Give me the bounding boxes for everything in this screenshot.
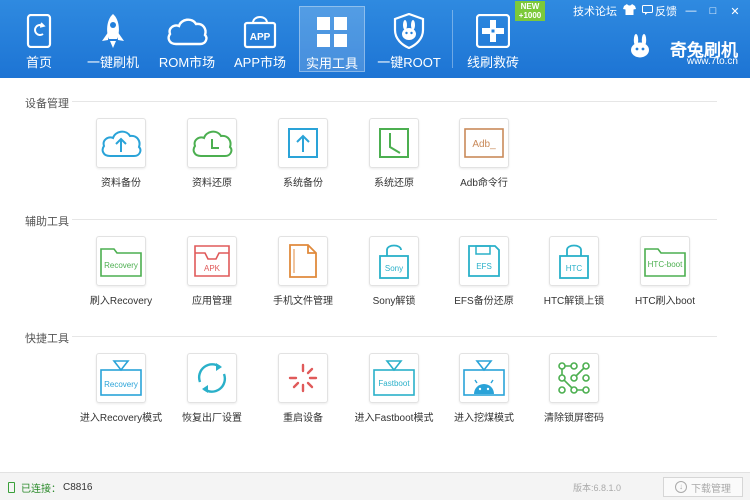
htc-lock-icon: HTC [549,236,599,286]
tool-clear-lock-password[interactable]: 清除锁屏密码 [529,353,619,433]
maximize-button[interactable]: □ [705,5,721,17]
minimize-button[interactable]: — [683,5,699,17]
nav-app-market[interactable]: APP APP市场 [227,6,293,72]
nav-utilities[interactable]: 实用工具 [299,6,365,72]
new-badge-line2: +1000 [518,11,542,20]
section-title-quick-tools: 快捷工具 [25,333,69,345]
bunny-logo-icon [630,34,650,63]
adb-terminal-icon: Adb_ [459,118,509,168]
tool-htc-flash-boot-label: HTC刷入boot [634,296,695,307]
android-download-icon [459,353,509,403]
file-icon [278,236,328,286]
recovery-icon-text: Recovery [104,261,138,270]
rocket-icon [80,12,146,50]
home-icon [6,12,72,50]
nav-one-click-flash[interactable]: 一键刷机 [80,6,146,72]
enter-fastboot-icon: Fastboot [369,353,419,403]
device-name: C8816 [63,482,93,493]
enter-fastboot-icon-text: Fastboot [378,379,410,388]
new-badge: NEW +1000 [515,1,545,21]
download-arrow-icon: ↓ [675,481,687,493]
sony-icon-text: Sony [385,264,403,273]
tool-htc-flash-boot[interactable]: HTC-boot HTC刷入boot [620,236,710,316]
system-restore-icon [369,118,419,168]
section-title-auxiliary-tools: 辅助工具 [25,216,69,228]
tool-adb-command-label: Adb命令行 [460,178,508,189]
section-divider [72,336,717,337]
section-divider [72,101,717,102]
close-button[interactable]: ✕ [727,5,743,18]
top-links: 技术论坛 反馈 — □ ✕ [570,2,746,20]
section-title-device-management: 设备管理 [25,98,69,110]
nav-one-click-root[interactable]: 一键ROOT [376,6,442,72]
pattern-lock-icon [549,353,599,403]
cloud-clock-icon [187,118,237,168]
efs-icon-text: EFS [476,262,492,271]
download-manager-label: 下载管理 [691,483,731,495]
shield-bunny-icon [376,12,442,50]
reboot-spinner-icon [278,353,328,403]
feedback-link[interactable]: 反馈 [642,3,677,19]
apk-icon-text: APK [204,264,221,273]
brand-url: www.7to.cn [686,56,738,67]
grid-icon [300,13,364,51]
app-icon-text: APP [250,32,271,43]
cloud-upload-icon [96,118,146,168]
htc-boot-icon-text: HTC-boot [648,260,683,269]
connection-status: 已连接： C8816 [8,480,92,495]
status-bar: 已连接： C8816 版本:6.8.1.0 ↓ 下载管理 [0,472,750,500]
recovery-folder-icon: Recovery [96,236,146,286]
phone-icon [8,482,15,493]
download-manager-button[interactable]: ↓ 下载管理 [663,477,743,497]
sony-unlock-icon: Sony [369,236,419,286]
tool-adb-command[interactable]: Adb_ Adb命令行 [439,118,529,198]
nav-rom-market[interactable]: ROM市场 [154,6,220,72]
efs-disk-icon: EFS [459,236,509,286]
nav-utilities-label: 实用工具 [305,56,358,71]
forum-link[interactable]: 技术论坛 [573,3,617,19]
nav-line-flash-rescue-label: 线刷救砖 [466,55,519,70]
feedback-label: 反馈 [655,6,677,18]
shirt-icon[interactable] [623,4,636,18]
enter-recovery-icon: Recovery [96,353,146,403]
shopping-bag-icon: APP [227,12,293,50]
connection-label: 已连接： [21,484,61,495]
version-label: 版本:6.8.1.0 [573,483,622,493]
adb-icon-text: Adb_ [472,139,496,150]
section-divider [72,219,717,220]
htc-boot-folder-icon: HTC-boot [640,236,690,286]
top-navigation-bar: 首页 一键刷机 ROM市场 APP APP市场 实用工具 一键ROOT 线刷救砖… [0,0,750,78]
nav-one-click-root-label: 一键ROOT [377,55,441,70]
apk-box-icon: APK [187,236,237,286]
feedback-icon [642,4,653,18]
nav-home[interactable]: 首页 [6,6,72,72]
tool-clear-lock-password-label: 清除锁屏密码 [544,413,604,424]
factory-reset-icon [187,353,237,403]
system-backup-icon [278,118,328,168]
cloud-icon [154,12,220,50]
new-badge-line1: NEW [520,2,540,11]
enter-recovery-icon-text: Recovery [104,380,138,389]
htc-icon-text: HTC [566,264,583,273]
